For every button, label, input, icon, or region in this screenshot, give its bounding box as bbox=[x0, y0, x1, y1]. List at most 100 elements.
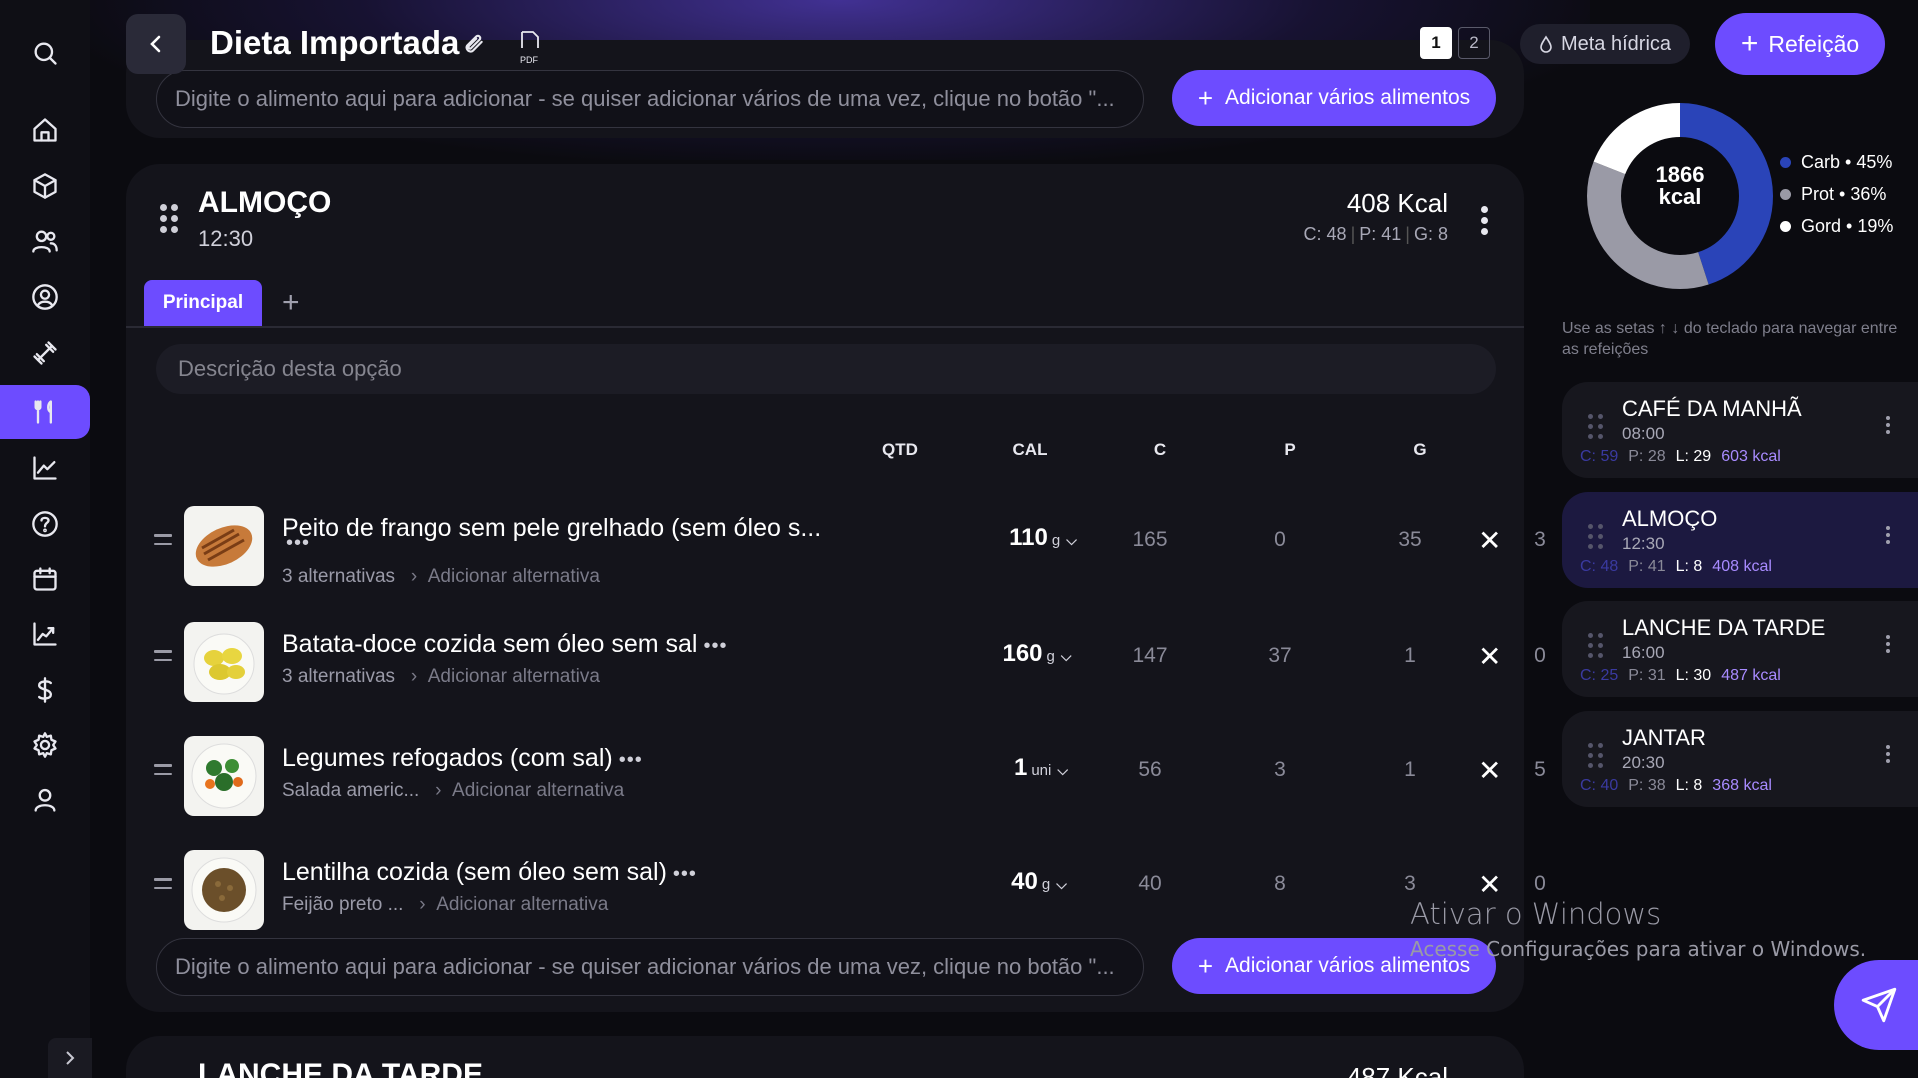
food-image-vegetables bbox=[184, 736, 264, 816]
dollar-icon[interactable] bbox=[0, 663, 90, 717]
food-search-input[interactable]: Digite o alimento aqui para adicionar - … bbox=[156, 70, 1144, 128]
drag-handle-icon[interactable] bbox=[1588, 633, 1603, 658]
plus-icon: + bbox=[1740, 27, 1759, 60]
chevron-right-icon bbox=[66, 1051, 75, 1065]
food-alternatives[interactable]: Salada americ... › Adicionar alternativa bbox=[282, 780, 624, 802]
meal-fat: G: 8 bbox=[1413, 224, 1448, 244]
add-many-foods-button[interactable]: + Adicionar vários alimentos bbox=[1172, 70, 1496, 126]
keyboard-hint: Use as setas ↑ ↓ do teclado para navegar… bbox=[1562, 320, 1898, 358]
quantity-selector[interactable]: 110 g ⌵ bbox=[988, 524, 1098, 552]
meal-list-item-almoco[interactable]: ALMOÇO 12:30 C: 48 P: 41 L: 8 408 kcal bbox=[1562, 492, 1918, 588]
col-g: G bbox=[1413, 440, 1427, 459]
food-name[interactable]: Lentilha cozida (sem óleo sem sal) ••• bbox=[282, 858, 697, 887]
page-2-button[interactable]: 2 bbox=[1458, 27, 1490, 59]
dumbbell-icon[interactable] bbox=[0, 326, 90, 380]
food-image-chicken bbox=[184, 506, 264, 586]
attachment-icon[interactable] bbox=[460, 30, 486, 61]
food-cal: 40 bbox=[1138, 872, 1162, 895]
help-icon[interactable] bbox=[0, 497, 90, 551]
meal-list-item-cafe[interactable]: CAFÉ DA MANHÃ 08:00 C: 59 P: 28 L: 29 603 k… bbox=[1562, 382, 1918, 478]
sidebar-expand-button[interactable] bbox=[48, 1038, 92, 1078]
meal-list-menu-icon[interactable] bbox=[1886, 635, 1890, 653]
meal-list-menu-icon[interactable] bbox=[1886, 416, 1890, 434]
food-image-sweet-potato bbox=[184, 622, 264, 702]
add-alternative-link[interactable]: Adicionar alternativa bbox=[428, 666, 600, 687]
total-kcal-value: 1866 bbox=[1655, 162, 1705, 187]
calorie-donut: 1866 kcal bbox=[1580, 96, 1780, 296]
users-icon[interactable] bbox=[0, 214, 90, 268]
add-meal-label: Refeição bbox=[1768, 30, 1860, 57]
quantity-selector[interactable]: 1 uni ⌵ bbox=[986, 754, 1096, 782]
meal-list-item-lanche[interactable]: LANCHE DA TARDE 16:00 C: 25 P: 31 L: 30 487… bbox=[1562, 601, 1918, 697]
chart-line-icon[interactable] bbox=[0, 441, 90, 495]
food-search-input[interactable]: Digite o alimento aqui para adicionar - … bbox=[156, 938, 1144, 996]
alternatives-count: 3 alternativas bbox=[282, 566, 396, 584]
meal-card: ALMOÇO 12:30 408 Kcal C: 48 | P: 41 | G: 8 P… bbox=[126, 164, 1546, 1012]
quantity-selector[interactable]: 40 g ⌵ bbox=[984, 868, 1094, 896]
back-button[interactable] bbox=[126, 14, 186, 74]
meal-list-menu-icon[interactable] bbox=[1886, 526, 1890, 544]
remove-food-icon[interactable]: ✕ bbox=[1478, 754, 1501, 787]
trend-icon[interactable] bbox=[0, 607, 90, 661]
drag-handle-icon[interactable] bbox=[1588, 414, 1603, 439]
food-cal: 165 bbox=[1132, 528, 1168, 551]
food-name[interactable]: Peito de frango sem pele grelhado (sem ó… bbox=[282, 514, 821, 543]
meal-list-name: ALMOÇO bbox=[1622, 506, 1718, 531]
add-alternative-link[interactable]: Adicionar alternativa bbox=[452, 780, 624, 801]
search-icon[interactable] bbox=[0, 26, 90, 80]
food-carb: 8 bbox=[1274, 872, 1286, 895]
drag-handle-icon[interactable] bbox=[1588, 743, 1603, 768]
pdf-icon[interactable]: PDF bbox=[518, 30, 542, 65]
option-description-input[interactable]: Descrição desta opção bbox=[156, 344, 1496, 394]
remove-food-icon[interactable]: ✕ bbox=[1478, 640, 1501, 673]
meal-list-menu-icon[interactable] bbox=[1886, 745, 1890, 763]
meal-list-macros: C: 59 P: 28 L: 29 603 kcal bbox=[1580, 448, 1781, 465]
meal-kcal: 408 Kcal bbox=[1346, 188, 1448, 218]
chevron-down-icon: ⌵ bbox=[1066, 532, 1077, 548]
food-alternatives[interactable]: 3 alternativas › Adicionar alternativa bbox=[282, 566, 600, 584]
add-alternative-link[interactable]: Adicionar alternativa bbox=[428, 566, 600, 584]
quantity-selector[interactable]: 160 g ⌵ bbox=[982, 640, 1092, 668]
row-drag-handle-icon[interactable] bbox=[154, 650, 172, 667]
food-alternatives[interactable]: 3 alternativas › Adicionar alternativa bbox=[282, 666, 600, 688]
add-meal-button[interactable]: + Refeição bbox=[1715, 13, 1885, 75]
add-alternative-link[interactable]: Adicionar alternativa bbox=[436, 894, 608, 915]
food-row: Lentilha cozida (sem óleo sem sal) ••• Fe… bbox=[126, 838, 1546, 938]
meal-list-name: LANCHE DA TARDE bbox=[1622, 615, 1826, 640]
food-options-icon[interactable]: ••• bbox=[286, 532, 310, 555]
row-drag-handle-icon[interactable] bbox=[154, 878, 172, 895]
chevron-left-icon bbox=[150, 35, 161, 53]
water-goal-button[interactable]: Meta hídrica bbox=[1520, 24, 1690, 64]
meal-menu-icon[interactable] bbox=[1481, 206, 1488, 235]
food-carb: 3 bbox=[1274, 758, 1286, 781]
windows-activation-title: Ativar o Windows bbox=[1410, 897, 1662, 931]
chevron-down-icon: ⌵ bbox=[1057, 762, 1068, 778]
col-c: C bbox=[1153, 440, 1167, 459]
food-name[interactable]: Legumes refogados (com sal) ••• bbox=[282, 744, 643, 773]
gear-icon[interactable] bbox=[0, 718, 90, 772]
send-button[interactable] bbox=[1834, 960, 1918, 1050]
meal-list-name: CAFÉ DA MANHÃ bbox=[1622, 396, 1802, 421]
food-name[interactable]: Batata-doce cozida sem óleo sem sal ••• bbox=[282, 630, 728, 659]
page-1-button[interactable]: 1 bbox=[1420, 27, 1452, 59]
food-alternatives[interactable]: Feijão preto ... › Adicionar alternativa bbox=[282, 894, 608, 916]
row-drag-handle-icon[interactable] bbox=[154, 534, 172, 551]
col-p: P bbox=[1284, 440, 1296, 459]
food-prot: 1 bbox=[1404, 644, 1416, 667]
cutlery-icon[interactable] bbox=[0, 385, 90, 439]
meal-list-item-jantar[interactable]: JANTAR 20:30 C: 40 P: 38 L: 8 368 kcal bbox=[1562, 711, 1918, 807]
meal-macros: C: 48 | P: 41 | G: 8 bbox=[1303, 224, 1448, 244]
remove-food-icon[interactable]: ✕ bbox=[1478, 524, 1501, 557]
drag-handle-icon[interactable] bbox=[1588, 524, 1603, 549]
calendar-icon[interactable] bbox=[0, 552, 90, 606]
profile-icon[interactable] bbox=[0, 270, 90, 324]
home-icon[interactable] bbox=[0, 103, 90, 157]
add-many-label: Adicionar vários alimentos bbox=[1225, 86, 1471, 109]
row-drag-handle-icon[interactable] bbox=[154, 764, 172, 781]
box-icon[interactable] bbox=[0, 159, 90, 213]
tab-principal[interactable]: Principal bbox=[144, 280, 262, 326]
drag-handle-icon[interactable] bbox=[160, 204, 178, 233]
total-kcal: 1866 kcal bbox=[1580, 164, 1780, 208]
add-option-tab-button[interactable]: + bbox=[282, 286, 300, 320]
user-icon[interactable] bbox=[0, 773, 90, 827]
